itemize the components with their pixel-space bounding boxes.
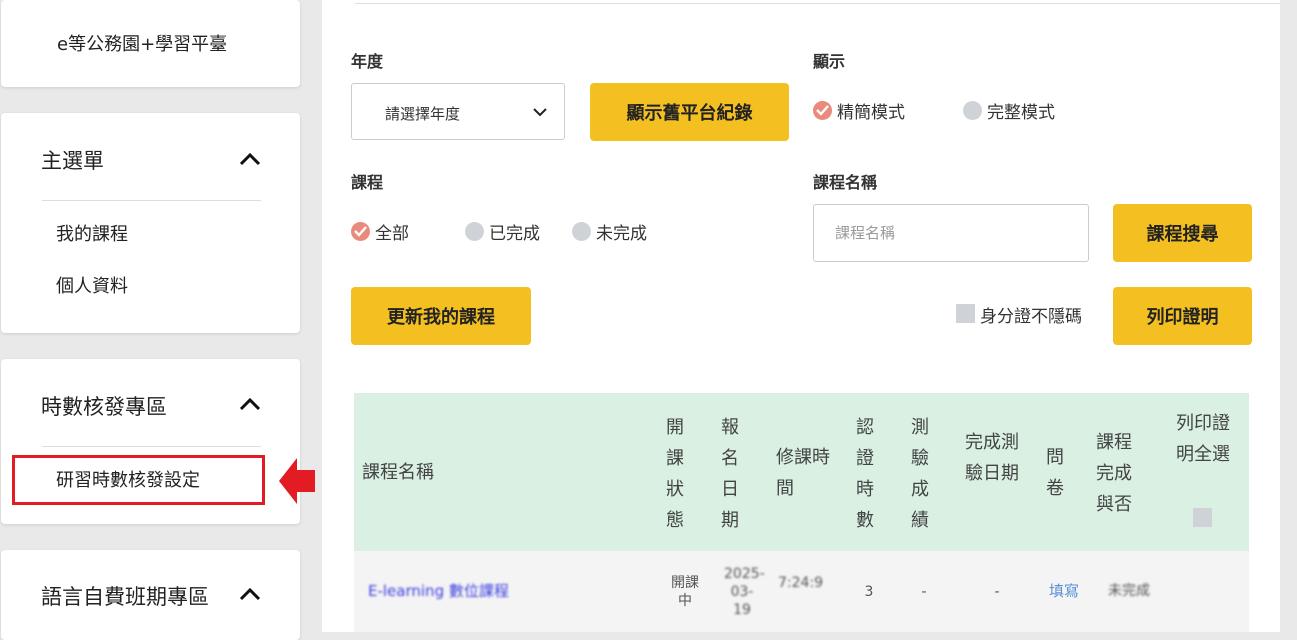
sidebar-item-profile[interactable]: 個人資料: [56, 272, 128, 298]
row-enroll-date: 2025-03-19: [724, 566, 765, 618]
col-quiz-score: 測驗成績: [911, 417, 929, 531]
col-survey: 問卷: [1046, 447, 1064, 499]
row-cert-hours: 3: [864, 584, 874, 600]
col-study-time: 修課時間: [776, 447, 830, 499]
hide-id-checkbox[interactable]: [956, 304, 975, 323]
row-quiz-complete-date: -: [994, 584, 1000, 600]
course-incomplete-radio[interactable]: 未完成: [572, 219, 647, 244]
main-menu-card: 主選單 我的課程 個人資料: [1, 113, 300, 333]
table-row: E-learning 數位課程 開課中 2025-03-19 7:24:9 3 …: [354, 551, 1249, 632]
table-header: 課程名稱 開課狀態 報名日期 修課時間 認證時數 測驗成績 完成測驗日期 問卷 …: [354, 393, 1249, 551]
hide-id-label: 身分證不隱碼: [980, 307, 1082, 327]
col-course-complete: 課程完成與否: [1096, 432, 1132, 515]
language-menu-card: 語言自費班期專區: [1, 550, 300, 640]
course-name-input[interactable]: [813, 204, 1089, 262]
col-status: 開課狀態: [666, 417, 684, 531]
hours-menu-title[interactable]: 時數核發專區: [41, 391, 167, 421]
course-name-label: 課程名稱: [813, 173, 878, 192]
display-simple-label: 精簡模式: [837, 103, 905, 123]
chevron-down-icon: [533, 108, 547, 117]
col-course-name: 課程名稱: [362, 462, 434, 483]
check-icon: [813, 101, 832, 120]
course-all-label: 全部: [375, 224, 409, 244]
course-completed-radio[interactable]: 已完成: [465, 219, 540, 244]
sidebar-item-my-courses[interactable]: 我的課程: [56, 220, 128, 246]
divider: [42, 446, 261, 447]
update-courses-button[interactable]: 更新我的課程: [351, 287, 531, 345]
print-certificate-button[interactable]: 列印證明: [1113, 287, 1252, 345]
course-label: 課程: [351, 173, 384, 192]
display-simple-radio[interactable]: 精簡模式: [813, 98, 905, 123]
row-survey-link[interactable]: 填寫: [1044, 582, 1084, 600]
chevron-up-icon[interactable]: [237, 396, 263, 412]
divider: [355, 3, 1280, 4]
radio-off-icon: [963, 101, 982, 120]
radio-off-icon: [465, 222, 484, 241]
row-course-name[interactable]: E-learning 數位課程: [368, 582, 509, 600]
chevron-up-icon[interactable]: [237, 586, 263, 602]
display-full-label: 完整模式: [987, 103, 1055, 123]
year-select[interactable]: 請選擇年度: [351, 83, 565, 140]
display-full-radio[interactable]: 完整模式: [963, 98, 1055, 123]
year-label: 年度: [351, 52, 384, 71]
chevron-up-icon[interactable]: [237, 151, 263, 167]
highlight-box: [12, 455, 265, 505]
site-title-card: e等公務園+學習平臺: [1, 0, 300, 87]
row-status: 開課中: [671, 575, 699, 609]
main-menu-title[interactable]: 主選單: [41, 145, 104, 175]
row-course-complete: 未完成: [1108, 583, 1150, 599]
col-quiz-complete-date: 完成測驗日期: [965, 432, 1019, 484]
language-menu-title[interactable]: 語言自費班期專區: [41, 581, 209, 611]
col-enroll-date: 報名日期: [721, 417, 739, 531]
course-search-button[interactable]: 課程搜尋: [1113, 204, 1252, 262]
course-completed-label: 已完成: [489, 224, 540, 244]
print-all-checkbox[interactable]: [1193, 508, 1212, 527]
divider: [42, 200, 261, 201]
display-label: 顯示: [813, 52, 846, 71]
col-cert-hours: 認證時數: [856, 417, 874, 531]
site-title[interactable]: e等公務園+學習平臺: [57, 30, 227, 56]
arrow-left-icon: [279, 458, 315, 504]
col-print-all: 列印證明全選: [1176, 413, 1230, 465]
show-old-records-button[interactable]: 顯示舊平台紀錄: [590, 83, 789, 141]
check-icon: [351, 222, 370, 241]
row-study-time: 7:24:9: [778, 575, 824, 591]
main-content: 年度 請選擇年度 顯示舊平台紀錄 顯示 精簡模式 完整模式 課程 全部 已完成 …: [322, 0, 1280, 632]
course-all-radio[interactable]: 全部: [351, 219, 409, 244]
course-incomplete-label: 未完成: [596, 224, 647, 244]
year-select-value: 請選擇年度: [385, 105, 461, 123]
row-quiz-score: -: [921, 584, 927, 600]
radio-off-icon: [572, 222, 591, 241]
